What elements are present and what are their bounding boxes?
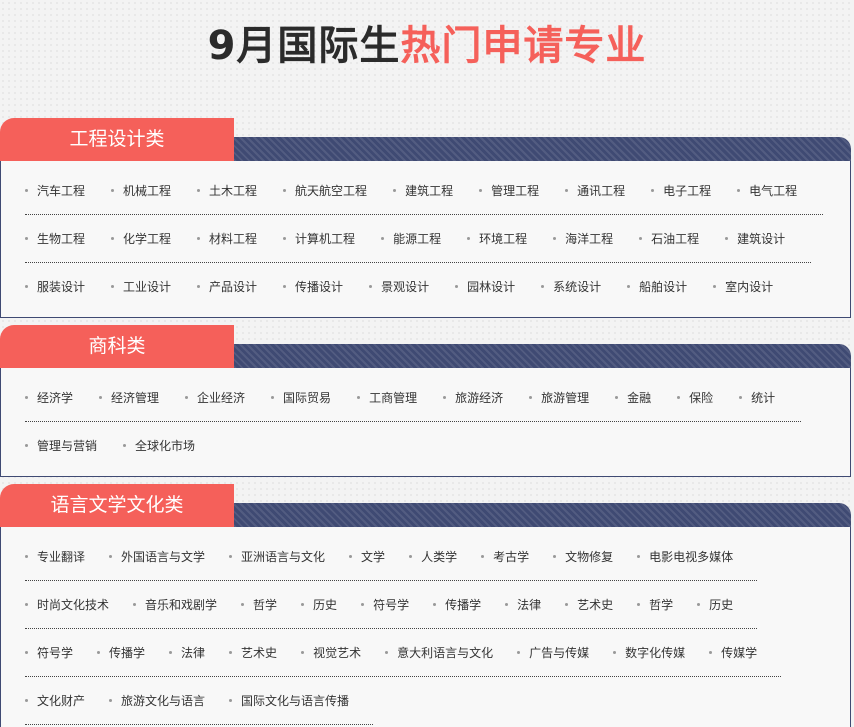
- major-item[interactable]: 电气工程: [737, 167, 797, 215]
- page-title-part1: 9月国际生: [207, 23, 401, 69]
- section-header-band: [234, 503, 851, 527]
- section-business: 商科类 经济学 经济管理 企业经济 国际贸易 工商管理 旅游经济 旅游管理 金融 保险 统计 管理与营…: [0, 325, 851, 477]
- major-item[interactable]: 石油工程: [639, 215, 699, 263]
- major-item[interactable]: 服装设计: [25, 263, 85, 311]
- major-item[interactable]: 产品设计: [197, 263, 257, 311]
- major-row: 经济学 经济管理 企业经济 国际贸易 工商管理 旅游经济 旅游管理 金融 保险 统计: [25, 374, 802, 422]
- major-item[interactable]: 时尚文化技术: [25, 581, 109, 629]
- major-row: 时尚文化技术 音乐和戏剧学 哲学 历史 符号学 传播学 法律 艺术史 哲学 历史: [25, 581, 758, 629]
- section-tab: 商科类: [0, 325, 234, 368]
- major-item[interactable]: 传播学: [433, 581, 481, 629]
- major-item[interactable]: 旅游文化与语言: [109, 677, 205, 725]
- major-item[interactable]: 亚洲语言与文化: [229, 533, 325, 581]
- major-item[interactable]: 电影电视多媒体: [637, 533, 733, 581]
- major-item[interactable]: 航天航空工程: [283, 167, 367, 215]
- major-item[interactable]: 工商管理: [357, 374, 417, 422]
- major-item[interactable]: 园林设计: [455, 263, 515, 311]
- major-item[interactable]: 文物修复: [553, 533, 613, 581]
- major-item[interactable]: 国际贸易: [271, 374, 331, 422]
- major-item[interactable]: 土木工程: [197, 167, 257, 215]
- major-row: 文化财产 旅游文化与语言 国际文化与语言传播: [25, 677, 374, 725]
- section-header: 语言文学文化类: [0, 484, 851, 527]
- major-row: 专业翻译 外国语言与文学 亚洲语言与文化 文学 人类学 考古学 文物修复 电影电视多媒体: [25, 533, 758, 581]
- major-item[interactable]: 管理工程: [479, 167, 539, 215]
- major-item[interactable]: 汽车工程: [25, 167, 85, 215]
- section-header-band: [234, 137, 851, 161]
- major-item[interactable]: 外国语言与文学: [109, 533, 205, 581]
- major-item[interactable]: 艺术史: [565, 581, 613, 629]
- major-item[interactable]: 意大利语言与文化: [385, 629, 493, 677]
- major-item[interactable]: 传媒学: [709, 629, 757, 677]
- major-item[interactable]: 建筑设计: [725, 215, 785, 263]
- section-header-band: [234, 344, 851, 368]
- major-item[interactable]: 室内设计: [713, 263, 773, 311]
- major-item[interactable]: 国际文化与语言传播: [229, 677, 349, 725]
- major-item[interactable]: 景观设计: [369, 263, 429, 311]
- major-item[interactable]: 历史: [697, 581, 733, 629]
- major-item[interactable]: 保险: [677, 374, 713, 422]
- major-item[interactable]: 环境工程: [467, 215, 527, 263]
- section-body: 专业翻译 外国语言与文学 亚洲语言与文化 文学 人类学 考古学 文物修复 电影电视多媒体 时尚文…: [0, 527, 851, 727]
- major-item[interactable]: 海洋工程: [553, 215, 613, 263]
- major-item[interactable]: 人类学: [409, 533, 457, 581]
- section-body: 经济学 经济管理 企业经济 国际贸易 工商管理 旅游经济 旅游管理 金融 保险 统计 管理与营销 全球…: [0, 368, 851, 477]
- section-tab: 工程设计类: [0, 118, 234, 161]
- major-item[interactable]: 机械工程: [111, 167, 171, 215]
- major-item[interactable]: 历史: [301, 581, 337, 629]
- major-item[interactable]: 哲学: [637, 581, 673, 629]
- major-item[interactable]: 生物工程: [25, 215, 85, 263]
- major-item[interactable]: 法律: [505, 581, 541, 629]
- major-item[interactable]: 旅游管理: [529, 374, 589, 422]
- major-item[interactable]: 传播学: [97, 629, 145, 677]
- major-item[interactable]: 符号学: [25, 629, 73, 677]
- section-engineering: 工程设计类 汽车工程 机械工程 土木工程 航天航空工程 建筑工程 管理工程 通讯工程 电子工程电…: [0, 118, 851, 318]
- major-item[interactable]: 专业翻译: [25, 533, 85, 581]
- major-item[interactable]: 考古学: [481, 533, 529, 581]
- major-item[interactable]: 材料工程: [197, 215, 257, 263]
- major-item[interactable]: 哲学: [241, 581, 277, 629]
- major-item[interactable]: 文学: [349, 533, 385, 581]
- section-tab: 语言文学文化类: [0, 484, 234, 527]
- major-item[interactable]: 化学工程: [111, 215, 171, 263]
- major-item[interactable]: 传播设计: [283, 263, 343, 311]
- major-item[interactable]: 统计: [739, 374, 775, 422]
- page-title-part2: 热门申请专业: [400, 23, 647, 69]
- major-item[interactable]: 计算机工程: [283, 215, 355, 263]
- major-item[interactable]: 通讯工程: [565, 167, 625, 215]
- major-item[interactable]: 经济管理: [99, 374, 159, 422]
- major-item[interactable]: 旅游经济: [443, 374, 503, 422]
- major-item[interactable]: 音乐和戏剧学: [133, 581, 217, 629]
- major-item[interactable]: 系统设计: [541, 263, 601, 311]
- major-item[interactable]: 艺术史: [229, 629, 277, 677]
- section-header: 工程设计类: [0, 118, 851, 161]
- section-language-culture: 语言文学文化类 专业翻译 外国语言与文学 亚洲语言与文化 文学 人类学 考古学 文物修复 电影电…: [0, 484, 851, 727]
- section-header: 商科类: [0, 325, 851, 368]
- major-item[interactable]: 符号学: [361, 581, 409, 629]
- major-row: 生物工程 化学工程 材料工程 计算机工程 能源工程 环境工程 海洋工程 石油工程 建筑设计: [25, 215, 812, 263]
- major-item[interactable]: 建筑工程: [393, 167, 453, 215]
- major-item[interactable]: 能源工程: [381, 215, 441, 263]
- major-row: 汽车工程 机械工程 土木工程 航天航空工程 建筑工程 管理工程 通讯工程 电子工程 电气工程: [25, 167, 824, 215]
- major-item[interactable]: 船舶设计: [627, 263, 687, 311]
- major-item[interactable]: 广告与传媒: [517, 629, 589, 677]
- major-item[interactable]: 全球化市场: [123, 422, 195, 470]
- page-title: 9月国际生热门申请专业: [0, 18, 854, 74]
- major-row: 符号学 传播学 法律 艺术史 视觉艺术 意大利语言与文化 广告与传媒 数字化传媒 传媒学: [25, 629, 782, 677]
- major-row: 服装设计 工业设计 产品设计 传播设计 景观设计 园林设计 系统设计 船舶设计 室内设计: [25, 263, 799, 311]
- major-item[interactable]: 视觉艺术: [301, 629, 361, 677]
- major-item[interactable]: 数字化传媒: [613, 629, 685, 677]
- major-item[interactable]: 法律: [169, 629, 205, 677]
- major-item[interactable]: 电子工程: [651, 167, 711, 215]
- major-row: 管理与营销 全球化市场: [25, 422, 221, 470]
- major-item[interactable]: 企业经济: [185, 374, 245, 422]
- section-body: 汽车工程 机械工程 土木工程 航天航空工程 建筑工程 管理工程 通讯工程 电子工程 电气工程 生物…: [0, 161, 851, 318]
- major-item[interactable]: 金融: [615, 374, 651, 422]
- major-item[interactable]: 文化财产: [25, 677, 85, 725]
- major-item[interactable]: 工业设计: [111, 263, 171, 311]
- major-item[interactable]: 经济学: [25, 374, 73, 422]
- major-item[interactable]: 管理与营销: [25, 422, 97, 470]
